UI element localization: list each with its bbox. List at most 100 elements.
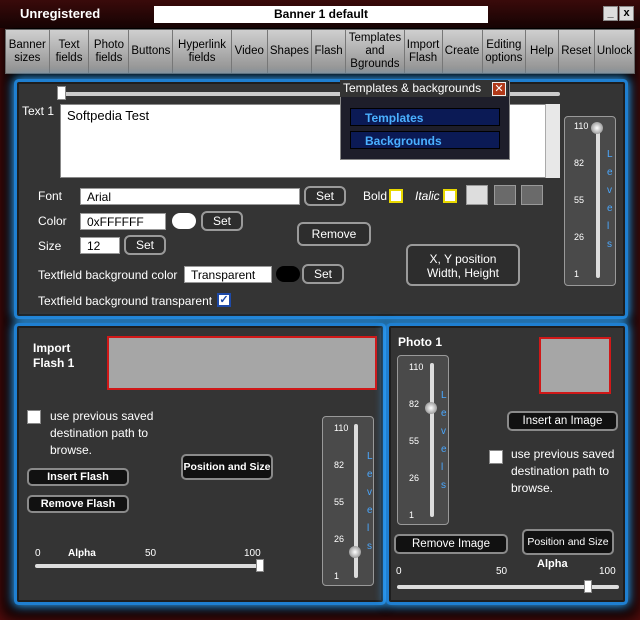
text-levels-letter: e <box>607 167 613 178</box>
flash-alpha-slider[interactable] <box>35 564 260 568</box>
minimize-button[interactable]: _ <box>603 6 618 21</box>
insert-flash-button[interactable]: Insert Flash <box>27 468 129 486</box>
flash-position-size-button[interactable]: Position and Size <box>181 454 273 480</box>
flash-previous-path-checkbox[interactable] <box>27 410 41 424</box>
photo-levels-slider[interactable] <box>397 355 449 525</box>
color-input[interactable]: 0xFFFFFF <box>80 213 166 230</box>
bold-checkbox[interactable] <box>389 189 403 203</box>
photo-levels-tick-82: 82 <box>409 399 420 409</box>
size-input[interactable]: 12 <box>80 237 120 254</box>
popup-backgrounds-item[interactable]: Backgrounds <box>350 131 500 149</box>
flash-alpha-handle[interactable] <box>256 559 264 572</box>
color-swatch[interactable] <box>172 213 196 229</box>
photo-levels-tick-26: 26 <box>409 473 420 483</box>
templates-popup-title: Templates & backgrounds <box>340 80 508 97</box>
photo-alpha-min: 0 <box>396 566 402 577</box>
menu-help[interactable]: Help <box>526 30 559 73</box>
photo-levels-letter: v <box>441 426 446 437</box>
text-levels-letter: s <box>607 239 612 250</box>
flash-levels-letter: L <box>367 451 373 462</box>
text-levels-slider[interactable] <box>564 116 616 286</box>
menu-banner-sizes[interactable]: Banner sizes <box>6 30 50 73</box>
size-label: Size <box>38 239 62 253</box>
align-center-icon[interactable] <box>494 185 516 205</box>
menu-shapes[interactable]: Shapes <box>268 30 312 73</box>
size-set-button[interactable]: Set <box>124 235 166 255</box>
banner-name-field[interactable]: Banner 1 default <box>154 6 488 23</box>
menu-reset[interactable]: Reset <box>559 30 595 73</box>
menu-create[interactable]: Create <box>443 30 483 73</box>
close-button[interactable]: x <box>619 6 634 21</box>
menu-video[interactable]: Video <box>232 30 268 73</box>
photo-previous-path-checkbox[interactable] <box>489 450 503 464</box>
flash-levels-tick-55: 55 <box>334 497 345 507</box>
bg-color-set-button[interactable]: Set <box>302 264 344 284</box>
photo-levels-knob[interactable] <box>425 402 437 414</box>
photo-levels-tick-55: 55 <box>409 436 420 446</box>
photo-levels-letter: e <box>441 444 447 455</box>
menu-bar: Banner sizes Text fields Photo fields Bu… <box>5 29 635 74</box>
flash-levels-tick-26: 26 <box>334 534 345 544</box>
text-levels-track[interactable] <box>596 124 600 278</box>
flash-levels-tick-110: 110 <box>334 423 349 433</box>
menu-text-fields[interactable]: Text fields <box>50 30 90 73</box>
align-left-icon[interactable] <box>466 185 488 205</box>
bg-transparent-checkbox[interactable]: ✓ <box>217 293 231 307</box>
flash-alpha-min: 0 <box>35 548 41 559</box>
menu-hyperlink-fields[interactable]: Hyperlink fields <box>173 30 232 73</box>
popup-templates-item[interactable]: Templates <box>350 108 500 126</box>
flash-levels-knob[interactable] <box>349 546 361 558</box>
text-levels-letter: l <box>607 221 610 232</box>
menu-buttons[interactable]: Buttons <box>129 30 174 73</box>
flash-levels-letter: v <box>367 487 372 498</box>
flash-levels-letter: e <box>367 505 373 516</box>
menu-photo-fields[interactable]: Photo fields <box>89 30 130 73</box>
bg-color-input[interactable]: Transparent <box>184 266 272 283</box>
photo-previous-path-label: use previous saved destination path to b… <box>511 447 615 495</box>
photo-position-size-button[interactable]: Position and Size <box>522 529 614 555</box>
menu-unlock[interactable]: Unlock <box>595 30 634 73</box>
align-right-icon[interactable] <box>521 185 543 205</box>
font-set-button[interactable]: Set <box>304 186 346 206</box>
flash-alpha-label: Alpha <box>68 548 96 559</box>
bg-color-swatch[interactable] <box>276 266 300 282</box>
text-levels-knob[interactable] <box>591 122 603 134</box>
flash-previous-path-label: use previous saved destination path to b… <box>50 409 154 457</box>
text-levels-tick-55: 55 <box>574 195 585 205</box>
bold-label: Bold <box>363 189 388 203</box>
flash-levels-letter: s <box>367 541 372 552</box>
menu-import-flash[interactable]: Import Flash <box>405 30 443 73</box>
flash-levels-slider[interactable] <box>322 416 374 586</box>
photo-alpha-handle[interactable] <box>583 580 592 593</box>
flash-levels-tick-1: 1 <box>334 571 340 581</box>
import-flash-title: Import Flash 1 <box>33 341 75 370</box>
text-scrollbar[interactable] <box>545 104 560 178</box>
flash-levels-tick-82: 82 <box>334 460 345 470</box>
remove-flash-button[interactable]: Remove Flash <box>27 495 129 513</box>
italic-checkbox[interactable] <box>443 189 457 203</box>
menu-templates-bgrounds[interactable]: Templates and Bgrounds <box>346 30 405 73</box>
photo-levels-letter: l <box>441 462 444 473</box>
remove-text-button[interactable]: Remove <box>297 222 371 246</box>
bg-transparent-label: Textfield background transparent <box>38 294 213 308</box>
text-levels-letter: L <box>607 149 613 160</box>
remove-image-button[interactable]: Remove Image <box>394 534 508 554</box>
photo-levels-track[interactable] <box>430 363 434 517</box>
color-set-button[interactable]: Set <box>201 211 243 231</box>
flash-alpha-max: 100 <box>244 548 261 559</box>
menu-editing-options[interactable]: Editing options <box>483 30 527 73</box>
photo-alpha-mid: 50 <box>496 566 508 577</box>
font-input[interactable]: Arial <box>80 188 300 205</box>
text-levels-tick-82: 82 <box>574 158 585 168</box>
flash-alpha-mid: 50 <box>145 548 157 559</box>
menu-flash[interactable]: Flash <box>312 30 347 73</box>
text-levels-tick-26: 26 <box>574 232 585 242</box>
popup-close-icon[interactable]: ✕ <box>492 82 506 96</box>
photo-levels-letter: e <box>441 408 447 419</box>
text-position-size-button[interactable]: X, Y position Width, Height <box>406 244 520 286</box>
italic-label: Italic <box>415 189 440 203</box>
photo-alpha-label: Alpha <box>537 558 568 570</box>
photo-levels-tick-110: 110 <box>409 362 424 372</box>
text-position-slider-handle[interactable] <box>57 86 66 100</box>
insert-image-button[interactable]: Insert an Image <box>507 411 618 431</box>
